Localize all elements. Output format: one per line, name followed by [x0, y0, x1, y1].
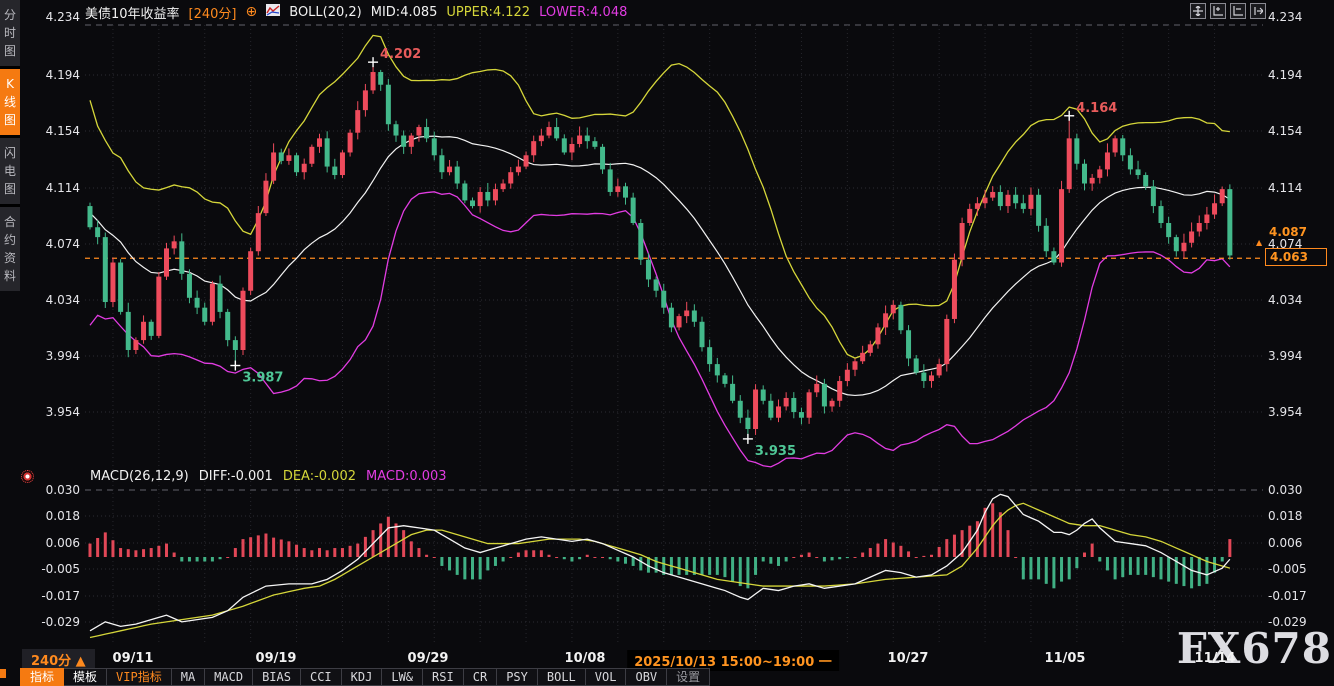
sidebar-item-2[interactable]: 闪电图 [0, 138, 20, 204]
axis-label: 3.994 [1268, 349, 1324, 363]
sidebar-item-1[interactable]: K线图 [0, 69, 20, 135]
extreme-annotation: 4.202 [380, 47, 421, 62]
axis-label: 4.154 [24, 124, 80, 138]
tab-模板[interactable]: 模板 [64, 668, 107, 686]
tab-BOLL[interactable]: BOLL [538, 668, 586, 686]
macd-settings-icon[interactable] [21, 470, 34, 483]
axis-label: -0.029 [24, 615, 80, 629]
add-indicator-icon[interactable]: ⊕ [246, 5, 258, 19]
corner-accent [0, 669, 6, 678]
axis-label: 3.954 [24, 405, 80, 419]
tab-VIP指标[interactable]: VIP指标 [107, 668, 172, 686]
axis-label: -0.017 [24, 589, 80, 603]
axis-label: 4.154 [1268, 124, 1324, 138]
axis-label: 4.234 [1268, 10, 1324, 24]
symbol-title: 美债10年收益率 [85, 3, 180, 22]
macd-dea-value: DEA:-0.002 [283, 469, 356, 484]
interval-selector[interactable]: 240分 ▲ [22, 649, 95, 668]
move-crosshair-icon[interactable] [1190, 3, 1206, 19]
axis-label: -0.005 [1268, 562, 1324, 576]
date-label: 11/05 [1045, 651, 1086, 666]
indicator-tabbar: 指标模板VIP指标MAMACDBIASCCIKDJLW&RSICRPSYBOLL… [20, 668, 710, 686]
tab-CR[interactable]: CR [464, 668, 497, 686]
mini-chart-icon [266, 4, 280, 20]
axis-label: 0.030 [1268, 483, 1324, 497]
tab-MACD[interactable]: MACD [205, 668, 253, 686]
boll-upper-value: UPPER:4.122 [446, 5, 530, 20]
tab-CCI[interactable]: CCI [301, 668, 342, 686]
chart-header: 美债10年收益率 [240分] ⊕ BOLL(20,2) MID:4.085 U… [85, 3, 627, 21]
tab-RSI[interactable]: RSI [423, 668, 464, 686]
tab-BIAS[interactable]: BIAS [253, 668, 301, 686]
macd-header: MACD(26,12,9) DIFF:-0.001 DEA:-0.002 MAC… [90, 469, 447, 484]
boll-indicator-label: BOLL(20,2) [289, 5, 362, 20]
price-marker-icon: ▲ [1256, 239, 1262, 247]
axis-label: 4.234 [24, 10, 80, 24]
sidebar-item-0[interactable]: 分时图 [0, 0, 20, 66]
axis-label: 4.034 [24, 293, 80, 307]
price-chart[interactable]: 3.987 4.202 3.935 4.164 [0, 0, 1334, 686]
axis-label: 4.074 [1268, 237, 1324, 251]
date-label: 10/27 [888, 651, 929, 666]
macd-diff-value: DIFF:-0.001 [199, 469, 273, 484]
axis-zoom-out-icon[interactable] [1230, 3, 1246, 19]
macd-macd-value: MACD:0.003 [366, 469, 447, 484]
tab-设置[interactable]: 设置 [667, 668, 710, 686]
axis-label: 4.114 [24, 181, 80, 195]
tab-KDJ[interactable]: KDJ [342, 668, 383, 686]
extreme-annotation: 4.164 [1076, 101, 1117, 116]
chart-type-sidebar: 分时图K线图闪电图合约资料 [0, 0, 20, 270]
boll-mid-value: MID:4.085 [371, 5, 438, 20]
tab-指标[interactable]: 指标 [20, 668, 64, 686]
axis-label: -0.029 [1268, 615, 1324, 629]
exit-fullscreen-icon[interactable] [1250, 3, 1266, 19]
tab-MA[interactable]: MA [172, 668, 205, 686]
axis-label: 0.018 [24, 509, 80, 523]
axis-label: 0.018 [1268, 509, 1324, 523]
date-label: 09/29 [408, 651, 449, 666]
axis-label: 4.194 [24, 68, 80, 82]
tab-LW&[interactable]: LW& [382, 668, 423, 686]
axis-label: 0.006 [24, 536, 80, 550]
boll-lower-value: LOWER:4.048 [539, 5, 627, 20]
axis-label: 0.030 [24, 483, 80, 497]
axis-label: -0.017 [1268, 589, 1324, 603]
axis-label: 4.074 [24, 237, 80, 251]
axis-label: 0.006 [1268, 536, 1324, 550]
tab-VOL[interactable]: VOL [586, 668, 627, 686]
tab-OBV[interactable]: OBV [626, 668, 667, 686]
axis-label: -0.005 [24, 562, 80, 576]
interval-label: [240分] [189, 3, 237, 22]
extreme-annotation: 3.987 [242, 371, 283, 386]
axis-zoom-in-icon[interactable] [1210, 3, 1226, 19]
date-label: 10/08 [565, 651, 606, 666]
date-label: 09/11 [113, 651, 154, 666]
sidebar-item-3[interactable]: 合约资料 [0, 207, 20, 291]
axis-label: 4.114 [1268, 181, 1324, 195]
axis-label: 4.194 [1268, 68, 1324, 82]
tab-PSY[interactable]: PSY [497, 668, 538, 686]
axis-label: 3.954 [1268, 405, 1324, 419]
chart-toolbar [1190, 3, 1266, 19]
date-label: 11/14 [1195, 651, 1236, 666]
axis-label: 3.994 [24, 349, 80, 363]
extreme-annotation: 3.935 [755, 444, 796, 459]
date-label: 09/19 [256, 651, 297, 666]
axis-label: 4.034 [1268, 293, 1324, 307]
macd-indicator-label: MACD(26,12,9) [90, 469, 189, 484]
